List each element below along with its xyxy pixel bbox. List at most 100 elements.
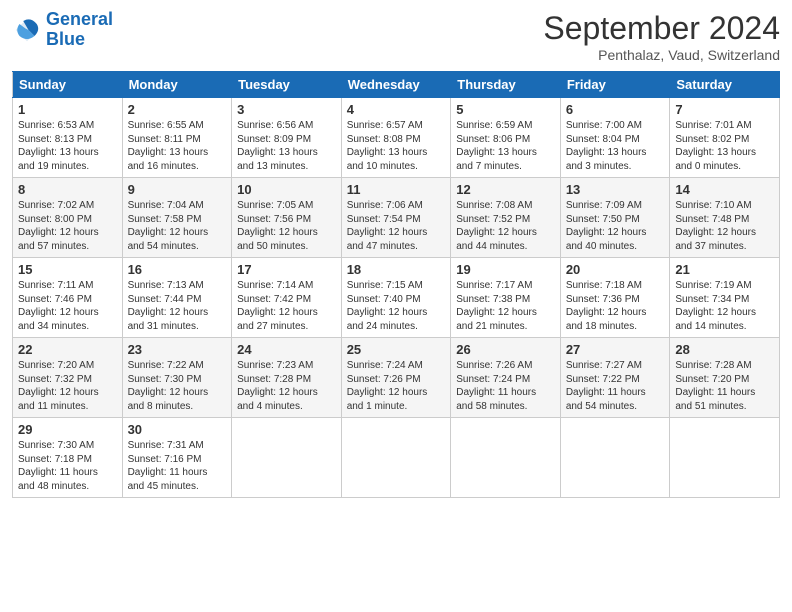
- day-info: Sunrise: 6:59 AM Sunset: 8:06 PM Dayligh…: [456, 119, 555, 173]
- day-info: Sunrise: 7:20 AM Sunset: 7:32 PM Dayligh…: [18, 359, 117, 413]
- day-info: Sunrise: 7:01 AM Sunset: 8:02 PM Dayligh…: [675, 119, 774, 173]
- table-row: 15 Sunrise: 7:11 AM Sunset: 7:46 PM Dayli…: [13, 258, 123, 338]
- table-row: 6 Sunrise: 7:00 AM Sunset: 8:04 PM Daylig…: [560, 98, 670, 178]
- day-number: 6: [566, 102, 665, 117]
- day-info: Sunrise: 6:56 AM Sunset: 8:09 PM Dayligh…: [237, 119, 336, 173]
- day-number: 19: [456, 262, 555, 277]
- table-row: [341, 418, 451, 498]
- day-info: Sunrise: 6:55 AM Sunset: 8:11 PM Dayligh…: [128, 119, 227, 173]
- day-number: 10: [237, 182, 336, 197]
- day-info: Sunrise: 7:02 AM Sunset: 8:00 PM Dayligh…: [18, 199, 117, 253]
- col-wednesday: Wednesday: [341, 72, 451, 98]
- day-number: 9: [128, 182, 227, 197]
- table-row: 20 Sunrise: 7:18 AM Sunset: 7:36 PM Dayli…: [560, 258, 670, 338]
- day-info: Sunrise: 7:14 AM Sunset: 7:42 PM Dayligh…: [237, 279, 336, 333]
- calendar-week-row: 29 Sunrise: 7:30 AM Sunset: 7:18 PM Dayli…: [13, 418, 780, 498]
- day-info: Sunrise: 7:31 AM Sunset: 7:16 PM Dayligh…: [128, 439, 227, 493]
- col-tuesday: Tuesday: [232, 72, 342, 98]
- day-number: 20: [566, 262, 665, 277]
- table-row: [451, 418, 561, 498]
- day-info: Sunrise: 7:24 AM Sunset: 7:26 PM Dayligh…: [347, 359, 446, 413]
- table-row: 13Sunrise: 7:09 AM Sunset: 7:50 PM Dayli…: [560, 178, 670, 258]
- day-number: 25: [347, 342, 446, 357]
- table-row: 17 Sunrise: 7:14 AM Sunset: 7:42 PM Dayli…: [232, 258, 342, 338]
- col-sunday: Sunday: [13, 72, 123, 98]
- day-info: Sunrise: 7:17 AM Sunset: 7:38 PM Dayligh…: [456, 279, 555, 333]
- day-number: 8: [18, 182, 117, 197]
- month-title: September 2024: [543, 10, 780, 47]
- day-number: 22: [18, 342, 117, 357]
- day-info: Sunrise: 6:53 AM Sunset: 8:13 PM Dayligh…: [18, 119, 117, 173]
- table-row: [670, 418, 780, 498]
- day-number: 13: [566, 182, 665, 197]
- day-number: 4: [347, 102, 446, 117]
- table-row: 3 Sunrise: 6:56 AM Sunset: 8:09 PM Daylig…: [232, 98, 342, 178]
- day-number: 15: [18, 262, 117, 277]
- table-row: 16 Sunrise: 7:13 AM Sunset: 7:44 PM Dayli…: [122, 258, 232, 338]
- day-number: 5: [456, 102, 555, 117]
- logo-text: General Blue: [46, 10, 113, 50]
- day-info: Sunrise: 7:11 AM Sunset: 7:46 PM Dayligh…: [18, 279, 117, 333]
- day-number: 3: [237, 102, 336, 117]
- calendar-week-row: 1Sunrise: 6:53 AM Sunset: 8:13 PM Daylig…: [13, 98, 780, 178]
- table-row: 23Sunrise: 7:22 AM Sunset: 7:30 PM Dayli…: [122, 338, 232, 418]
- day-number: 17: [237, 262, 336, 277]
- logo-line1: General: [46, 9, 113, 29]
- col-monday: Monday: [122, 72, 232, 98]
- logo-icon: [12, 15, 42, 45]
- day-info: Sunrise: 7:19 AM Sunset: 7:34 PM Dayligh…: [675, 279, 774, 333]
- day-number: 12: [456, 182, 555, 197]
- day-number: 24: [237, 342, 336, 357]
- calendar-week-row: 22 Sunrise: 7:20 AM Sunset: 7:32 PM Dayli…: [13, 338, 780, 418]
- calendar-body: 1Sunrise: 6:53 AM Sunset: 8:13 PM Daylig…: [13, 98, 780, 498]
- calendar-table: Sunday Monday Tuesday Wednesday Thursday…: [12, 71, 780, 498]
- table-row: 5 Sunrise: 6:59 AM Sunset: 8:06 PM Daylig…: [451, 98, 561, 178]
- table-row: 14Sunrise: 7:10 AM Sunset: 7:48 PM Dayli…: [670, 178, 780, 258]
- day-info: Sunrise: 7:06 AM Sunset: 7:54 PM Dayligh…: [347, 199, 446, 253]
- table-row: 12Sunrise: 7:08 AM Sunset: 7:52 PM Dayli…: [451, 178, 561, 258]
- day-info: Sunrise: 6:57 AM Sunset: 8:08 PM Dayligh…: [347, 119, 446, 173]
- col-saturday: Saturday: [670, 72, 780, 98]
- table-row: 29 Sunrise: 7:30 AM Sunset: 7:18 PM Dayli…: [13, 418, 123, 498]
- day-info: Sunrise: 7:28 AM Sunset: 7:20 PM Dayligh…: [675, 359, 774, 413]
- table-row: 1Sunrise: 6:53 AM Sunset: 8:13 PM Daylig…: [13, 98, 123, 178]
- day-info: Sunrise: 7:13 AM Sunset: 7:44 PM Dayligh…: [128, 279, 227, 333]
- col-thursday: Thursday: [451, 72, 561, 98]
- table-row: 7Sunrise: 7:01 AM Sunset: 8:02 PM Daylig…: [670, 98, 780, 178]
- day-info: Sunrise: 7:22 AM Sunset: 7:30 PM Dayligh…: [128, 359, 227, 413]
- table-row: 10 Sunrise: 7:05 AM Sunset: 7:56 PM Dayli…: [232, 178, 342, 258]
- day-info: Sunrise: 7:27 AM Sunset: 7:22 PM Dayligh…: [566, 359, 665, 413]
- table-row: 28Sunrise: 7:28 AM Sunset: 7:20 PM Dayli…: [670, 338, 780, 418]
- day-info: Sunrise: 7:05 AM Sunset: 7:56 PM Dayligh…: [237, 199, 336, 253]
- day-info: Sunrise: 7:10 AM Sunset: 7:48 PM Dayligh…: [675, 199, 774, 253]
- day-number: 21: [675, 262, 774, 277]
- day-info: Sunrise: 7:00 AM Sunset: 8:04 PM Dayligh…: [566, 119, 665, 173]
- day-info: Sunrise: 7:23 AM Sunset: 7:28 PM Dayligh…: [237, 359, 336, 413]
- day-number: 2: [128, 102, 227, 117]
- day-number: 27: [566, 342, 665, 357]
- table-row: 22 Sunrise: 7:20 AM Sunset: 7:32 PM Dayli…: [13, 338, 123, 418]
- title-block: September 2024 Penthalaz, Vaud, Switzerl…: [543, 10, 780, 63]
- logo-line2: Blue: [46, 30, 113, 50]
- table-row: 2 Sunrise: 6:55 AM Sunset: 8:11 PM Daylig…: [122, 98, 232, 178]
- col-friday: Friday: [560, 72, 670, 98]
- calendar-week-row: 15 Sunrise: 7:11 AM Sunset: 7:46 PM Dayli…: [13, 258, 780, 338]
- table-row: [560, 418, 670, 498]
- day-number: 11: [347, 182, 446, 197]
- table-row: [232, 418, 342, 498]
- day-info: Sunrise: 7:15 AM Sunset: 7:40 PM Dayligh…: [347, 279, 446, 333]
- day-number: 16: [128, 262, 227, 277]
- day-info: Sunrise: 7:30 AM Sunset: 7:18 PM Dayligh…: [18, 439, 117, 493]
- day-info: Sunrise: 7:18 AM Sunset: 7:36 PM Dayligh…: [566, 279, 665, 333]
- table-row: 4 Sunrise: 6:57 AM Sunset: 8:08 PM Daylig…: [341, 98, 451, 178]
- table-row: 8 Sunrise: 7:02 AM Sunset: 8:00 PM Daylig…: [13, 178, 123, 258]
- day-info: Sunrise: 7:04 AM Sunset: 7:58 PM Dayligh…: [128, 199, 227, 253]
- day-number: 26: [456, 342, 555, 357]
- day-number: 29: [18, 422, 117, 437]
- table-row: 18Sunrise: 7:15 AM Sunset: 7:40 PM Dayli…: [341, 258, 451, 338]
- page-container: General Blue September 2024 Penthalaz, V…: [0, 0, 792, 508]
- table-row: 25 Sunrise: 7:24 AM Sunset: 7:26 PM Dayli…: [341, 338, 451, 418]
- logo: General Blue: [12, 10, 113, 50]
- day-info: Sunrise: 7:26 AM Sunset: 7:24 PM Dayligh…: [456, 359, 555, 413]
- calendar-week-row: 8 Sunrise: 7:02 AM Sunset: 8:00 PM Daylig…: [13, 178, 780, 258]
